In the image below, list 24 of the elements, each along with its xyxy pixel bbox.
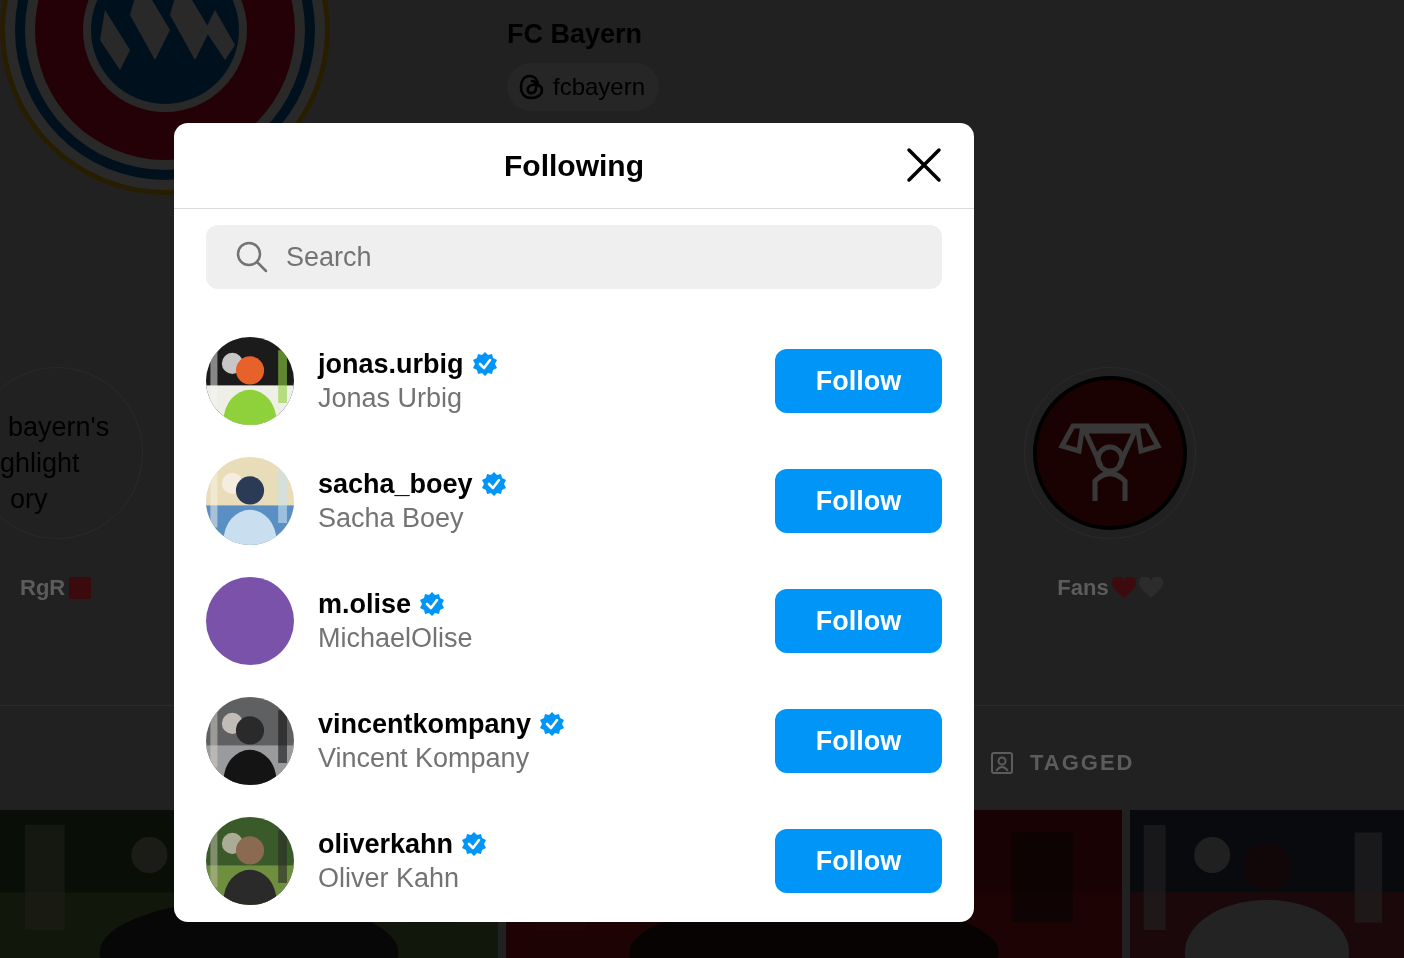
full-name: Sacha Boey (318, 502, 465, 535)
highlight-label: RgR (20, 574, 66, 602)
follow-button[interactable]: Follow (775, 589, 942, 653)
tagged-icon (990, 750, 1014, 775)
follow-button[interactable]: Follow (775, 469, 942, 533)
close-icon (906, 147, 942, 183)
close-button[interactable] (906, 147, 942, 183)
follow-button[interactable]: Follow (775, 709, 942, 773)
follow-button[interactable]: Follow (775, 829, 942, 893)
username[interactable]: jonas.urbig (318, 347, 464, 381)
dialog-title: Following (504, 148, 644, 184)
full-name: Vincent Kompany (318, 742, 531, 775)
full-name: MichaelOlise (318, 622, 474, 655)
full-name: Jonas Urbig (318, 382, 464, 415)
search-icon (236, 241, 268, 273)
follow-button[interactable]: Follow (775, 349, 942, 413)
highlight-label: Fans (1057, 574, 1109, 602)
weightlifter-icon (1033, 376, 1187, 530)
username[interactable]: m.olise (318, 587, 412, 621)
username[interactable]: sacha_boey (318, 467, 473, 501)
username[interactable]: vincentkompany (318, 707, 532, 741)
threads-icon (519, 72, 545, 101)
search-field[interactable]: Search (206, 225, 942, 289)
tab[interactable]: TAGGED (990, 746, 1135, 779)
